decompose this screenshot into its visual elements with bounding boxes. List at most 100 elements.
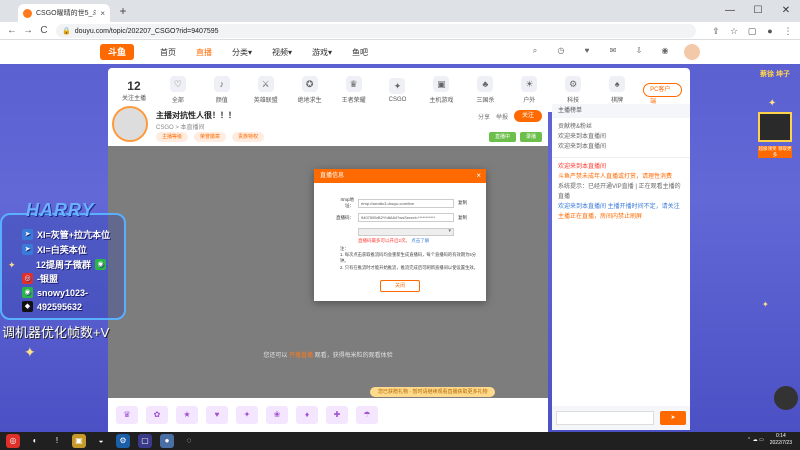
side-promo-caption[interactable]: 超级领奖 领取更多: [758, 146, 792, 158]
dialog-close-button[interactable]: 关闭: [380, 280, 420, 292]
category-item[interactable]: ⚔ 英雄联盟: [248, 76, 284, 104]
minimize-button[interactable]: —: [716, 0, 744, 22]
category-item[interactable]: ♠ 棋牌: [599, 76, 635, 104]
follow-count[interactable]: 12 关注主播: [116, 79, 152, 102]
share-icon[interactable]: ⇪: [710, 25, 722, 37]
app-icon[interactable]: !: [50, 434, 64, 448]
gift-icon[interactable]: ❀: [266, 406, 288, 424]
category-item[interactable]: ♡ 全部: [160, 76, 196, 104]
key-select[interactable]: ▾: [358, 228, 454, 236]
gift-icon[interactable]: ☂: [356, 406, 378, 424]
overlay-caption: 调机器优化帧数+V: [2, 325, 110, 340]
app-icon[interactable]: ◐: [28, 434, 42, 448]
rtmp-field[interactable]: rtmp://sendtc3.douyu.com/live: [358, 198, 454, 208]
close-window-button[interactable]: ✕: [772, 0, 800, 22]
category-item[interactable]: ☀ 户外: [511, 76, 547, 104]
category-item[interactable]: ▣ 主机游戏: [423, 76, 459, 104]
app-icon[interactable]: ▢: [138, 434, 152, 448]
overlay-line: 12提周子微群 ◉: [36, 258, 107, 271]
room-tag[interactable]: 荣誉徽章: [194, 132, 227, 142]
gift-icon[interactable]: ✿: [146, 406, 168, 424]
arrow-icon: ➤: [22, 229, 33, 240]
category-icon: ♡: [169, 76, 186, 92]
maximize-button[interactable]: ☐: [744, 0, 772, 22]
side-promo[interactable]: 蔡徐 坤子 超级领奖 领取更多: [752, 70, 798, 210]
tray-icons[interactable]: ⌃ ☁ ▭: [747, 437, 764, 443]
send-button[interactable]: ➤: [660, 411, 686, 425]
dialog-close-icon[interactable]: ×: [476, 169, 481, 183]
gift-icon[interactable]: ♦: [296, 406, 318, 424]
nav-video[interactable]: 视频▾: [272, 47, 292, 58]
category-item[interactable]: ✪ 绝地求生: [292, 76, 328, 104]
learn-more-link[interactable]: 点击了解: [411, 238, 429, 243]
menu-icon[interactable]: ⋮: [782, 25, 794, 37]
chevron-down-icon: ▾: [448, 228, 451, 234]
gift-icon[interactable]: ♛: [116, 406, 138, 424]
profile-icon[interactable]: ●: [764, 25, 776, 37]
nav-live[interactable]: 直播: [196, 47, 212, 58]
url-input[interactable]: 🔒 douyu.com/topic/202207_CSGO?rid=940759…: [56, 24, 696, 38]
category-item[interactable]: ✦ CSGO: [380, 77, 416, 103]
gift-icon[interactable]: ★: [176, 406, 198, 424]
pc-client-button[interactable]: PC客户端: [643, 83, 682, 105]
clock[interactable]: 0:14 2022/7/23: [770, 433, 792, 447]
chat-header[interactable]: 主播榜单: [552, 104, 690, 118]
room-subtitle[interactable]: CSGO > 本直播间: [156, 122, 205, 131]
category-item[interactable]: ♛ 王者荣耀: [336, 76, 372, 104]
chat-messages[interactable]: 欢迎来到本直播间 斗鱼严禁未成年人直播或打赏，请理性消费 系统提示：已经开通VI…: [552, 158, 690, 226]
rtmp-label: rtmp地址：: [340, 197, 355, 208]
open-stream-link[interactable]: 开播直播: [289, 353, 313, 359]
nav-home[interactable]: 首页: [160, 47, 176, 58]
extensions-icon[interactable]: ▢: [746, 25, 758, 37]
follow-button[interactable]: 关注: [513, 110, 542, 122]
nav-yuba[interactable]: 鱼吧: [352, 47, 368, 58]
browser-tab[interactable]: CSGO曜晴的世5_斗鱼直播平台 ×: [18, 4, 110, 22]
back-button[interactable]: ←: [6, 25, 18, 37]
star-icon[interactable]: ☆: [728, 25, 740, 37]
search-icon[interactable]: ⌕: [528, 44, 542, 58]
copy-rtmp-button[interactable]: 复制: [458, 200, 467, 206]
new-tab-button[interactable]: +: [116, 4, 130, 18]
nav-game[interactable]: 游戏▾: [312, 47, 332, 58]
copy-key-button[interactable]: 复制: [458, 215, 467, 221]
reload-button[interactable]: C: [38, 25, 50, 37]
share-room-button[interactable]: 分享: [478, 112, 490, 121]
douyu-logo[interactable]: 斗鱼: [100, 44, 134, 60]
chat-input[interactable]: [556, 411, 654, 425]
category-item[interactable]: ⚙ 科技: [555, 76, 591, 104]
app-icon[interactable]: ▣: [72, 434, 86, 448]
broadcast-icon[interactable]: ◉: [658, 44, 672, 58]
app-icon[interactable]: ◒: [94, 434, 108, 448]
category-item[interactable]: ♣ 三国杀: [467, 76, 503, 104]
sparkle-icon: ✦: [8, 260, 16, 270]
history-icon[interactable]: ◷: [554, 44, 568, 58]
room-actions: 分享 举报 关注: [478, 110, 542, 122]
follow-icon[interactable]: ♥: [580, 44, 594, 58]
user-avatar[interactable]: [684, 44, 700, 60]
room-title: 主播对抗性人很！！！: [156, 111, 236, 120]
category-item[interactable]: ♪ 颜值: [204, 76, 240, 104]
weibo-icon: ◎: [22, 273, 33, 284]
download-icon[interactable]: ⇩: [632, 44, 646, 58]
key-label: 直播码：: [336, 214, 354, 220]
streamer-avatar[interactable]: [112, 106, 148, 142]
room-tag[interactable]: 贵族特权: [232, 132, 265, 142]
overlay-line: ◎ -银盟: [22, 272, 58, 285]
weibo-app-icon[interactable]: ◎: [6, 434, 20, 448]
forward-button[interactable]: →: [22, 25, 34, 37]
gift-icon[interactable]: ✦: [236, 406, 258, 424]
nav-category[interactable]: 分类▾: [232, 47, 252, 58]
report-button[interactable]: 举报: [496, 112, 508, 121]
tab-close-icon[interactable]: ×: [100, 9, 105, 18]
arrow-icon: ➤: [22, 244, 33, 255]
chrome-icon[interactable]: ●: [160, 434, 174, 448]
gift-icon[interactable]: ✚: [326, 406, 348, 424]
sparkle-icon: ✦: [24, 344, 36, 360]
steam-icon[interactable]: ⚙: [116, 434, 130, 448]
obs-icon[interactable]: ◌: [182, 434, 196, 448]
stream-key-field[interactable]: 9407595rB2Yh8A64?wsSecret=***********: [358, 213, 454, 222]
message-icon[interactable]: ✉: [606, 44, 620, 58]
room-tag[interactable]: 主播等级: [156, 132, 189, 142]
rank-title[interactable]: 贡献榜&粉丝: [558, 122, 684, 132]
gift-icon[interactable]: ♥: [206, 406, 228, 424]
